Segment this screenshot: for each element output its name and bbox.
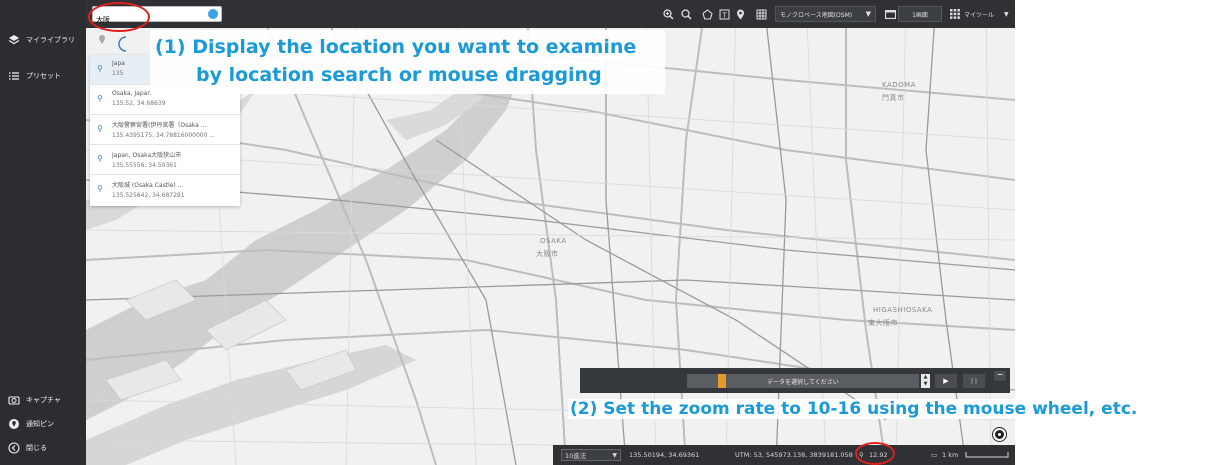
annotation-step1-line2: by location search or mouse dragging (196, 64, 602, 86)
layers-icon (8, 34, 20, 46)
sidebar-item-label: キャプチャ (26, 396, 61, 404)
sidebar-item-label: プリセット (26, 72, 61, 80)
collapse-button[interactable]: − (994, 371, 1006, 381)
search-submit-icon[interactable] (208, 9, 218, 19)
sidebar-item-close[interactable]: 閉じる (8, 442, 47, 454)
zoom-out-icon[interactable] (679, 7, 693, 21)
search-result-item[interactable]: ⚲ 大阪警察宮署(伊丹宮署（Osaka ... 135.4395175, 34.… (90, 115, 240, 145)
coord-format-select[interactable]: 10進法 ▼ (561, 449, 621, 461)
sidebar-item-presets[interactable]: プリセット (8, 70, 61, 82)
annotation-step2: (2) Set the zoom rate to 10-16 using the… (568, 399, 1140, 419)
search-result-item[interactable]: ⚲ Japan, Osaka大阪狭山市 135.55556, 34.50361 (90, 145, 240, 175)
basemap-select-label: モノクロベース地図(OSM) (780, 11, 853, 19)
svg-text:T: T (721, 11, 727, 19)
sidebar: マイライブラリ プリセット キャプチャ 通知ピン 閉じる (0, 0, 86, 465)
chevron-down-icon: ▼ (865, 10, 871, 18)
map-label-osaka-jp: 大阪市 (536, 250, 559, 258)
marker-pin-icon[interactable] (733, 7, 747, 21)
search-result-item[interactable]: ⚲ 大阪城 (Osaka Castle) ... 135.525642, 34.… (90, 175, 240, 205)
result-coord: 135.4395175, 34.78816000000 ... (112, 132, 216, 139)
app-root: KADOMA 門真市 OSAKA 大阪市 HIGASHIOSAKA 東大阪市 T (0, 0, 1205, 465)
basemap-select[interactable]: モノクロベース地図(OSM) ▼ (775, 6, 876, 22)
chevron-down-icon: ▼ (1004, 10, 1009, 18)
pentagon-draw-icon[interactable] (700, 7, 714, 21)
text-tool-icon[interactable]: T (717, 7, 731, 21)
annotation-step1: (1) Display the location you want to exa… (150, 30, 665, 94)
coord-format-label: 10進法 (565, 452, 587, 460)
scale-label: 1 km (942, 451, 959, 459)
search-options-row (96, 32, 136, 52)
compass-icon[interactable] (993, 428, 1006, 441)
mytool-label: マイツール (964, 11, 995, 19)
camera-icon (8, 394, 20, 406)
mytool-menu[interactable]: マイツール ▼ (948, 6, 1014, 22)
sidebar-item-my-library[interactable]: マイライブラリ (8, 34, 75, 46)
status-bar: 10進法 ▼ 135.50194, 34.69361 UTM: 53, 5459… (553, 445, 1015, 465)
map-label-osaka: OSAKA (540, 237, 567, 245)
search-icon: ⚲ (97, 64, 103, 73)
time-slider-panel: データを選択してください ▲ ▼ ▶ | | − (580, 368, 1010, 393)
search-icon: ⚲ (97, 124, 103, 133)
map-label-higashiosaka-jp: 東大阪市 (868, 319, 898, 327)
list-icon (8, 70, 20, 82)
utm-readout: UTM: 53, 545973.138, 3839181.058 (735, 451, 853, 459)
result-coord: 135.525642, 34.687291 (112, 192, 185, 199)
sidebar-item-label: マイライブラリ (26, 36, 75, 44)
play-button[interactable]: ▶ (935, 374, 957, 388)
annotation-step1-line1: (1) Display the location you want to exa… (155, 36, 637, 58)
result-name: 大阪警察宮署(伊丹宮署（Osaka ... (112, 122, 207, 129)
result-name: Japan, Osaka大阪狭山市 (112, 152, 182, 159)
sidebar-item-capture[interactable]: キャプチャ (8, 394, 61, 406)
timeline-marker[interactable] (718, 374, 726, 388)
map-label-kadoma-jp: 門真市 (882, 94, 905, 102)
pin-icon (8, 418, 20, 430)
grid-icon[interactable] (754, 7, 768, 21)
close-circle-icon (8, 442, 20, 454)
scale-bar (965, 452, 1009, 458)
map-label-higashiosaka: HIGASHIOSAKA (873, 306, 933, 314)
result-name: 大阪城 (Osaka Castle) ... (112, 182, 184, 189)
search-icon: ⚲ (97, 94, 103, 103)
sidebar-item-label: 閉じる (26, 444, 47, 452)
scale-icon: ▭ (931, 451, 938, 459)
lonlat-readout: 135.50194, 34.69361 (629, 451, 700, 459)
chevron-down-icon: ▼ (612, 451, 617, 459)
top-toolbar: T モノクロベース地図(OSM) ▼ 1画面 マイツール ▼ (86, 0, 1015, 28)
sidebar-item-notify-pin[interactable]: 通知ピン (8, 418, 54, 430)
map-label-kadoma: KADOMA (882, 81, 916, 89)
sidebar-item-label: 通知ピン (26, 420, 54, 428)
result-coord: 135.52, 34.68639 (112, 100, 166, 107)
search-icon: ⚲ (97, 184, 103, 193)
zoom-in-icon[interactable] (661, 7, 675, 21)
screen-layout-icon[interactable] (883, 7, 897, 21)
pause-button[interactable]: | | (963, 374, 985, 388)
screen-mode-button[interactable]: 1画面 (898, 6, 942, 22)
result-coord: 135.55556, 34.50361 (112, 162, 177, 169)
search-icon: ⚲ (97, 154, 103, 163)
apps-grid-icon (950, 9, 960, 19)
highlight-ring-search (88, 2, 150, 32)
highlight-ring-zoom (855, 442, 895, 465)
stepper-arrows-icon[interactable]: ▲ ▼ (921, 374, 930, 388)
